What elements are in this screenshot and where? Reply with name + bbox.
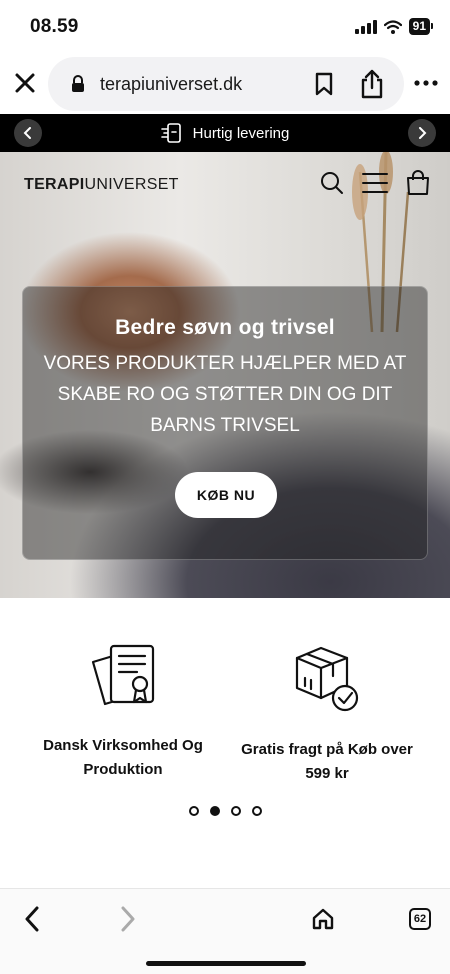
carousel-dot[interactable] xyxy=(230,806,241,816)
chevron-right-icon xyxy=(121,906,135,932)
home-indicator xyxy=(146,961,306,966)
certificate-icon xyxy=(91,644,155,706)
menu-icon[interactable] xyxy=(362,172,388,194)
logo-bold-part: TERAPI xyxy=(24,176,85,193)
hero-banner: TERAPIUNIVERSET Bedre søvn og trivsel VO… xyxy=(0,152,450,598)
close-icon[interactable] xyxy=(12,70,38,96)
home-button[interactable] xyxy=(305,901,341,937)
carousel-dot[interactable] xyxy=(251,806,262,816)
search-icon[interactable] xyxy=(320,171,344,195)
browser-address-bar: terapiuniverset.dk xyxy=(0,54,450,114)
status-icons: 91 xyxy=(354,18,434,35)
status-time: 08.59 xyxy=(30,16,79,37)
signal-icon xyxy=(354,19,377,34)
back-button[interactable] xyxy=(14,901,50,937)
battery-indicator: 91 xyxy=(408,18,434,35)
bookmark-icon[interactable] xyxy=(314,72,334,96)
more-options-icon[interactable] xyxy=(414,78,438,88)
chevron-left-icon xyxy=(25,906,39,932)
home-icon xyxy=(312,908,334,930)
shop-now-button[interactable]: KØB NU xyxy=(175,472,277,518)
tabs-button[interactable]: 62 xyxy=(402,901,438,937)
lock-icon xyxy=(72,75,84,92)
chevron-right-icon xyxy=(419,127,427,139)
announcement-next-button[interactable] xyxy=(408,119,436,147)
forward-button[interactable] xyxy=(110,901,146,937)
carousel-indicator xyxy=(0,806,450,816)
delivery-icon xyxy=(160,123,181,143)
carousel-dot[interactable] xyxy=(188,806,199,816)
site-logo[interactable]: TERAPIUNIVERSET xyxy=(24,176,179,194)
header-actions xyxy=(320,170,430,196)
feature-item: Dansk Virksomhed Og Produktion xyxy=(28,642,218,782)
url-text: terapiuniverset.dk xyxy=(100,74,243,94)
browser-toolbar: 62 xyxy=(0,888,450,974)
share-icon[interactable] xyxy=(360,69,384,99)
hero-subtitle: VORES PRODUKTER HJÆLPER MED AT SKABE RO … xyxy=(43,353,407,436)
announcement-bar: Hurtig levering xyxy=(0,114,450,152)
wifi-icon xyxy=(383,19,402,34)
cart-icon[interactable] xyxy=(406,170,430,196)
announcement-text: Hurtig levering xyxy=(192,124,290,142)
feature-item: Gratis fragt på Køb over 599 kr xyxy=(232,642,422,786)
package-check-icon xyxy=(295,646,359,712)
hero-title: Bedre søvn og trivsel xyxy=(115,316,335,339)
announcement-content: Hurtig levering xyxy=(0,123,450,143)
logo-regular-part: UNIVERSET xyxy=(84,176,179,193)
status-bar: 08.59 91 xyxy=(0,0,450,54)
url-field[interactable]: terapiuniverset.dk xyxy=(48,57,404,111)
feature-label: Gratis fragt på Køb over 599 kr xyxy=(241,741,413,782)
features-section: Dansk Virksomhed Og Produktion Gratis fr… xyxy=(0,598,450,888)
carousel-dot-active[interactable] xyxy=(209,806,220,816)
feature-label: Dansk Virksomhed Og Produktion xyxy=(43,737,203,778)
tab-count: 62 xyxy=(409,908,431,930)
